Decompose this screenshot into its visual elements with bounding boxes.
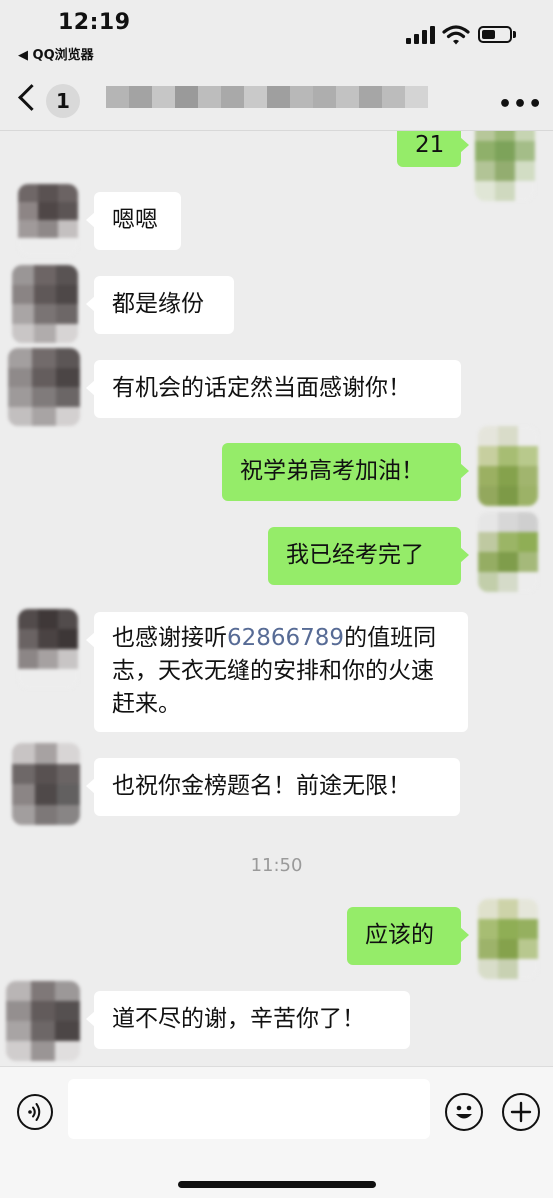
contact-avatar[interactable]	[6, 981, 80, 1061]
message-text: 道不尽的谢，辛苦你了！	[112, 1006, 365, 1032]
message-list[interactable]: 21 嗯嗯 都是缘份 有机会的话定然当面感谢你！ 祝学弟高考加油！ 我已经考完了…	[0, 131, 553, 1066]
chat-title-pixelated	[106, 86, 451, 114]
message-bubble-outgoing[interactable]: 祝学弟高考加油！	[222, 443, 469, 501]
message-bubble-incoming[interactable]: 也感谢接听62866789的值班同志，天衣无缝的安排和你的火速赶来。	[86, 612, 468, 732]
message-bubble-incoming[interactable]: 道不尽的谢，辛苦你了！	[86, 991, 410, 1049]
message-text: 也祝你金榜题名！前途无限！	[112, 773, 411, 799]
battery-cap	[513, 31, 516, 38]
chevron-left-icon	[18, 84, 45, 111]
wifi-icon	[442, 25, 470, 45]
more-options-button[interactable]: •••	[498, 92, 543, 117]
message-text: 都是缘份	[112, 291, 204, 317]
voice-input-button[interactable]	[17, 1094, 53, 1130]
chat-header: 1 •••	[0, 68, 553, 131]
my-avatar[interactable]	[478, 512, 538, 592]
message-bubble-incoming[interactable]: 嗯嗯	[86, 192, 181, 250]
status-bar: 12:19 ◀ QQ浏览器	[0, 0, 553, 68]
contact-avatar[interactable]	[8, 348, 80, 426]
message-bubble-incoming[interactable]: 都是缘份	[86, 276, 234, 334]
more-functions-button[interactable]	[502, 1093, 540, 1131]
message-text: 21	[415, 132, 445, 158]
battery-icon	[478, 26, 512, 43]
status-time: 12:19	[58, 10, 131, 35]
cellular-signal-icon	[406, 26, 436, 44]
message-text: 也感谢接听	[112, 625, 227, 651]
unread-count-badge: 1	[46, 84, 80, 118]
my-avatar[interactable]	[478, 899, 538, 979]
my-avatar[interactable]	[478, 426, 538, 506]
message-text: 我已经考完了	[286, 542, 424, 568]
message-text: 应该的	[365, 922, 434, 948]
message-text: 有机会的话定然当面感谢你！	[112, 375, 411, 401]
emoji-icon	[456, 1105, 472, 1119]
message-input[interactable]	[68, 1079, 430, 1139]
message-text: 嗯嗯	[112, 207, 158, 233]
home-indicator[interactable]	[178, 1181, 376, 1188]
voice-icon	[28, 1103, 41, 1121]
message-timestamp: 11:50	[250, 855, 303, 876]
back-button[interactable]: 1	[18, 82, 88, 118]
contact-avatar[interactable]	[18, 609, 78, 689]
contact-avatar[interactable]	[12, 743, 80, 825]
message-bubble-outgoing[interactable]: 应该的	[347, 907, 469, 965]
input-bar	[0, 1066, 553, 1198]
emoji-button[interactable]	[445, 1093, 483, 1131]
my-avatar[interactable]	[475, 131, 535, 201]
plus-icon	[510, 1101, 532, 1123]
phone-number-link[interactable]: 62866789	[227, 625, 344, 651]
message-bubble-outgoing[interactable]: 21	[397, 131, 469, 167]
back-to-app-link[interactable]: ◀ QQ浏览器	[18, 44, 94, 63]
message-bubble-outgoing[interactable]: 我已经考完了	[268, 527, 469, 585]
message-text: 祝学弟高考加油！	[240, 458, 424, 484]
message-bubble-incoming[interactable]: 也祝你金榜题名！前途无限！	[86, 758, 460, 816]
contact-avatar[interactable]	[12, 265, 78, 343]
message-bubble-incoming[interactable]: 有机会的话定然当面感谢你！	[86, 360, 461, 418]
contact-avatar[interactable]	[18, 184, 78, 256]
